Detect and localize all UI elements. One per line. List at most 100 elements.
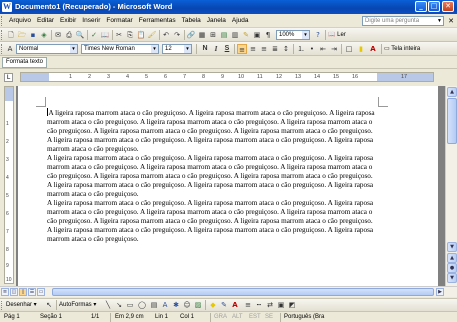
wordart-icon[interactable]: A xyxy=(160,300,170,310)
menu-arquivo[interactable]: Arquivo xyxy=(6,16,34,26)
status-column[interactable]: Col 1 xyxy=(180,313,194,322)
align-left-icon[interactable]: ≡ xyxy=(237,44,247,54)
previous-page-button[interactable]: ▲ xyxy=(447,253,457,263)
zoom-select[interactable]: 100% ▼ xyxy=(276,30,310,40)
next-page-button[interactable]: ▼ xyxy=(447,273,457,283)
align-center-icon[interactable]: ≡ xyxy=(248,44,258,54)
style-select[interactable]: Normal ▼ xyxy=(16,44,78,54)
open-folder-icon[interactable]: 🗁 xyxy=(17,30,27,40)
font-color-icon[interactable]: A xyxy=(368,44,378,54)
word-app-icon[interactable]: W xyxy=(2,2,12,12)
autoshapes-button[interactable]: AutoFormas ▾ xyxy=(59,300,96,310)
print-preview-icon[interactable]: 🔍 xyxy=(75,30,85,40)
copy-icon[interactable]: ⎘ xyxy=(125,30,135,40)
read-button[interactable]: 📖 Ler xyxy=(328,30,346,40)
line-spacing-icon[interactable]: ↕ xyxy=(281,44,291,54)
full-screen-button[interactable]: ▭ Tela inteira xyxy=(384,44,420,54)
align-right-icon[interactable]: ≡ xyxy=(259,44,269,54)
status-alt[interactable]: ALT xyxy=(232,313,243,322)
status-est[interactable]: EST xyxy=(249,313,261,322)
scroll-right-button[interactable]: ▶ xyxy=(436,288,444,296)
text-box-icon[interactable]: ▤ xyxy=(149,300,159,310)
reading-layout-icon[interactable]: ▭ xyxy=(37,288,45,296)
print-icon[interactable]: ⎙ xyxy=(64,30,74,40)
3d-style-icon[interactable]: ◩ xyxy=(287,300,297,310)
toolbar-grip[interactable] xyxy=(1,30,3,40)
ruler-body[interactable]: 1 2 3 4 5 6 7 8 9 10 11 12 13 14 15 16 1… xyxy=(20,72,434,82)
vertical-scrollbar[interactable]: ▲ ▼ ▲ ● ▼ xyxy=(445,86,457,286)
permission-icon[interactable]: ◈ xyxy=(39,30,49,40)
email-icon[interactable]: ✉ xyxy=(53,30,63,40)
vertical-ruler[interactable]: 1 2 3 4 5 6 7 8 9 10 xyxy=(4,86,14,284)
new-document-icon[interactable]: 🗋 xyxy=(6,30,16,40)
toolbar-grip[interactable] xyxy=(1,301,3,310)
menu-ferramentas[interactable]: Ferramentas xyxy=(136,16,179,26)
toolbar-grip[interactable] xyxy=(1,44,3,54)
menu-tabela[interactable]: Tabela xyxy=(179,16,204,26)
oval-icon[interactable]: ◯ xyxy=(137,300,147,310)
fill-color-icon[interactable]: ◆ xyxy=(208,300,218,310)
status-position[interactable]: Em 2,9 cm xyxy=(115,313,144,322)
menu-inserir[interactable]: Inserir xyxy=(79,16,103,26)
status-section[interactable]: Seção 1 xyxy=(40,313,62,322)
dash-style-icon[interactable]: ┅ xyxy=(254,300,264,310)
italic-button[interactable]: I xyxy=(211,44,221,54)
clip-art-icon[interactable]: ☺ xyxy=(182,300,192,310)
menu-janela[interactable]: Janela xyxy=(204,16,229,26)
line-color-icon[interactable]: ✎ xyxy=(219,300,229,310)
menu-editar[interactable]: Editar xyxy=(34,16,57,26)
draw-menu-button[interactable]: Desenhar ▾ xyxy=(6,300,37,310)
maximize-button[interactable]: □ xyxy=(428,1,440,12)
underline-button[interactable]: S xyxy=(222,44,232,54)
status-language[interactable]: Português (Bra xyxy=(284,313,324,322)
redo-icon[interactable]: ↷ xyxy=(172,30,182,40)
outline-view-icon[interactable]: ☰ xyxy=(28,288,36,296)
highlight-icon[interactable]: ▮ xyxy=(356,44,366,54)
status-page[interactable]: Pág 1 xyxy=(4,313,20,322)
font-color-icon[interactable]: A xyxy=(230,300,240,310)
picture-icon[interactable]: ▨ xyxy=(193,300,203,310)
show-hide-icon[interactable]: ¶ xyxy=(263,30,273,40)
columns-icon[interactable]: ▥ xyxy=(230,30,240,40)
arrow-icon[interactable]: ↘ xyxy=(114,300,124,310)
status-pages[interactable]: 1/1 xyxy=(91,313,99,322)
insert-table-icon[interactable]: ⊞ xyxy=(208,30,218,40)
help-icon[interactable]: ? xyxy=(313,30,323,40)
format-painter-icon[interactable]: 🖌 xyxy=(147,30,157,40)
outside-border-icon[interactable]: □ xyxy=(344,44,354,54)
horizontal-scroll-thumb[interactable] xyxy=(52,288,434,296)
line-icon[interactable]: ╲ xyxy=(103,300,113,310)
tables-borders-icon[interactable]: ▦ xyxy=(197,30,207,40)
save-icon[interactable]: ▪ xyxy=(28,30,38,40)
select-objects-icon[interactable]: ↖ xyxy=(44,300,54,310)
minimize-button[interactable]: _ xyxy=(415,1,427,12)
rectangle-icon[interactable]: ▭ xyxy=(125,300,135,310)
hyperlink-icon[interactable]: 🔗 xyxy=(186,30,196,40)
research-icon[interactable]: 📖 xyxy=(100,30,110,40)
increase-indent-icon[interactable]: ⇥ xyxy=(329,44,339,54)
drawing-icon[interactable]: ✎ xyxy=(241,30,251,40)
status-se[interactable]: SE xyxy=(265,313,273,322)
help-question-input[interactable]: Digite uma pergunta ▼ xyxy=(362,16,444,26)
menu-exibir[interactable]: Exibir xyxy=(57,16,79,26)
styles-pane-icon[interactable]: A xyxy=(5,44,15,54)
document-page[interactable]: A ligeira raposa marrom ataca o cão preg… xyxy=(18,86,438,286)
close-window-button[interactable]: ✕ xyxy=(442,1,454,12)
scroll-thumb[interactable] xyxy=(447,98,457,144)
browse-object-button[interactable]: ● xyxy=(447,263,457,273)
shadow-icon[interactable]: ▣ xyxy=(276,300,286,310)
tab-selector[interactable]: L xyxy=(4,73,13,82)
font-size-select[interactable]: 12 ▼ xyxy=(162,44,192,54)
status-line[interactable]: Lin 1 xyxy=(155,313,168,322)
scroll-down-button[interactable]: ▼ xyxy=(447,242,457,252)
web-layout-icon[interactable]: ◫ xyxy=(10,288,18,296)
horizontal-scrollbar[interactable]: ≡ ◫ ▯ ☰ ▭ ▶ xyxy=(0,286,457,297)
spelling-icon[interactable]: ✓ xyxy=(89,30,99,40)
document-body[interactable]: A ligeira raposa marrom ataca o cão preg… xyxy=(47,108,377,244)
normal-view-icon[interactable]: ≡ xyxy=(1,288,9,296)
scroll-up-button[interactable]: ▲ xyxy=(447,87,457,97)
close-document-button[interactable]: ✕ xyxy=(447,17,455,25)
undo-icon[interactable]: ↶ xyxy=(161,30,171,40)
cut-icon[interactable]: ✂ xyxy=(114,30,124,40)
print-layout-icon[interactable]: ▯ xyxy=(19,288,27,296)
